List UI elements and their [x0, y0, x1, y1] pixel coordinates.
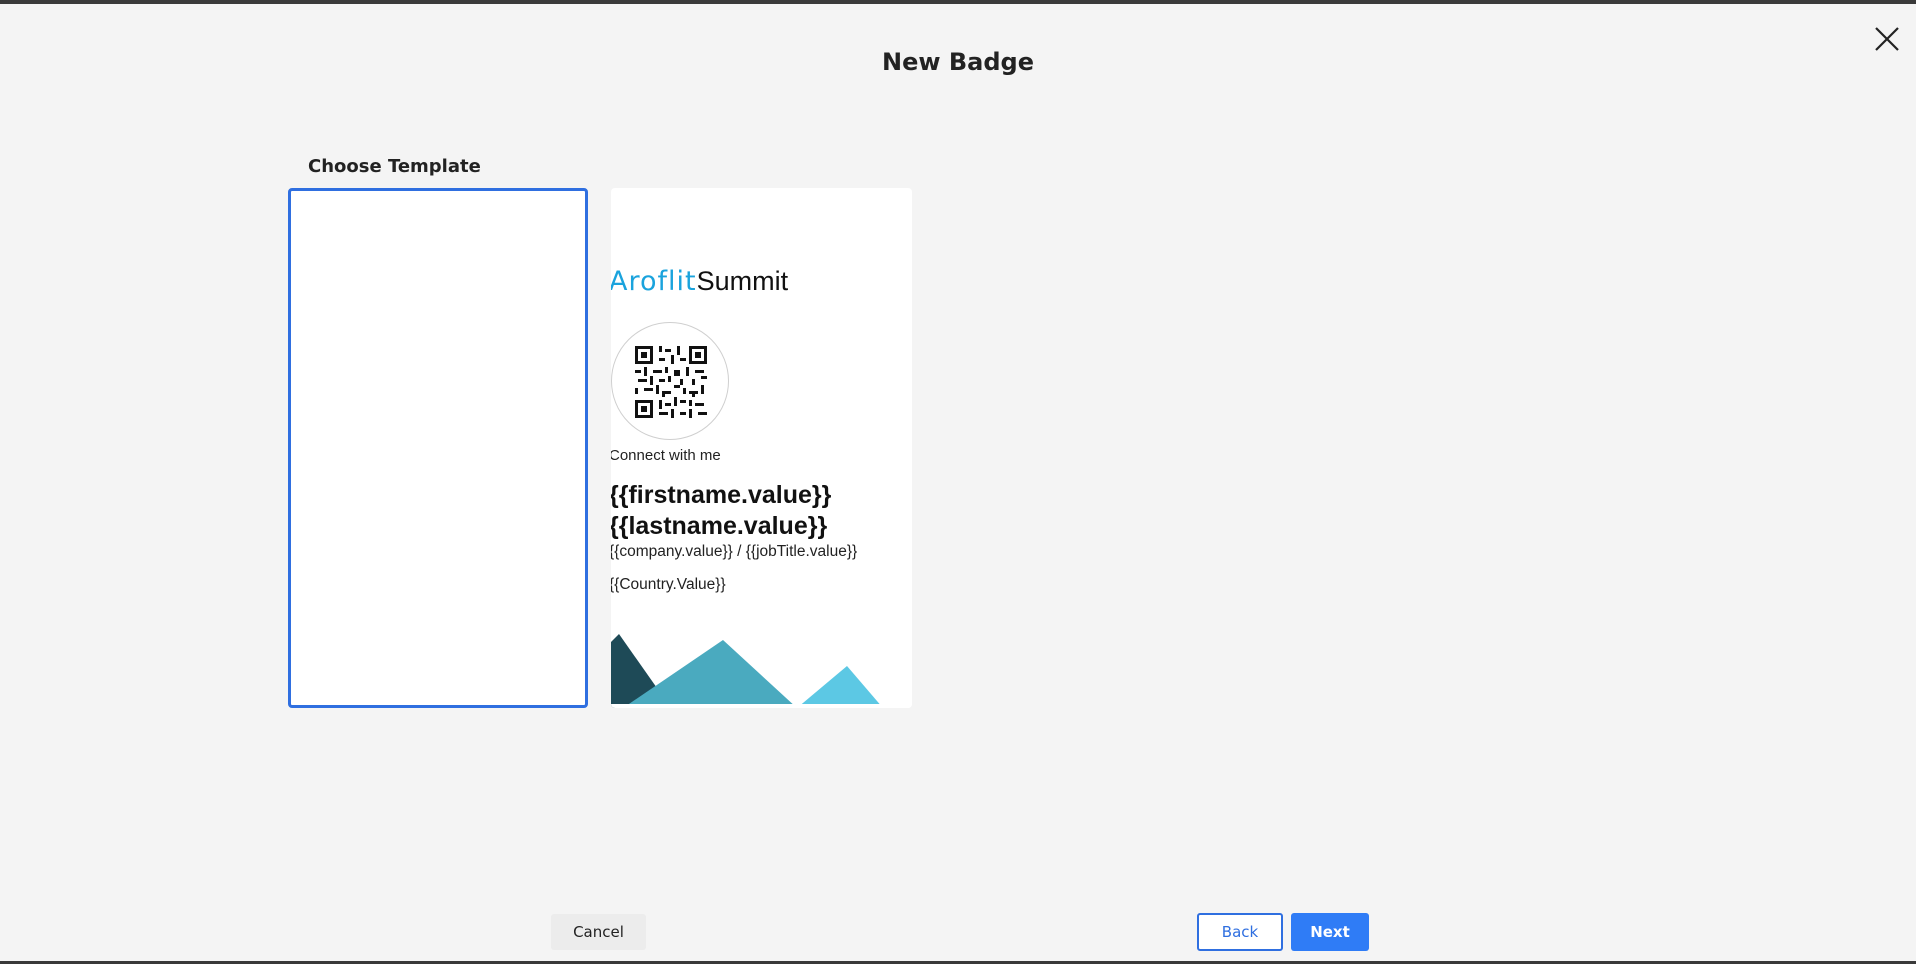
template-card-summit[interactable]: AroflitSummit Connect with me {{firstnam… [611, 188, 912, 708]
mountains-graphic [611, 634, 912, 708]
back-button[interactable]: Back [1197, 913, 1283, 951]
page-title: New Badge [881, 48, 1034, 76]
cancel-button[interactable]: Cancel [551, 914, 646, 950]
lastname-placeholder: {{lastname.value}} [611, 512, 828, 540]
firstname-placeholder: {{firstname.value}} [611, 481, 832, 509]
connect-label: Connect with me [611, 447, 721, 464]
summit-logo: AroflitSummit [611, 266, 789, 297]
country-placeholder: {{Country.Value}} [611, 576, 726, 593]
qr-code-circle [611, 322, 729, 440]
qr-code-icon [635, 346, 707, 418]
event-name: Summit [696, 266, 789, 296]
template-card-blank[interactable] [288, 188, 588, 708]
company-jobtitle-placeholder: {{company.value}} / {{jobTitle.value}} [611, 543, 858, 560]
next-button[interactable]: Next [1291, 913, 1369, 951]
window-top-border [0, 0, 1916, 4]
choose-template-label: Choose Template [308, 156, 481, 177]
brand-name: Aroflit [611, 266, 697, 297]
